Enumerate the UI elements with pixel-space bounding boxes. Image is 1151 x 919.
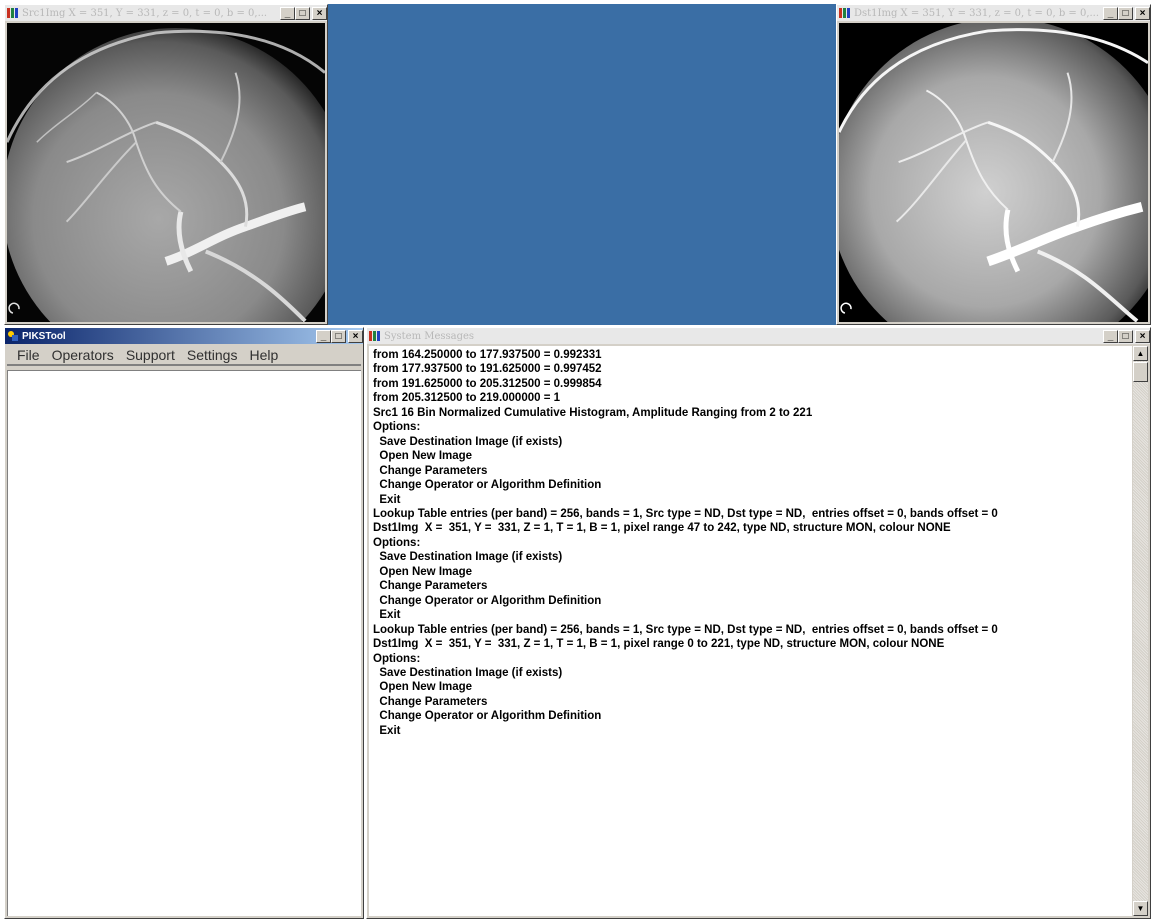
message-line: Exit <box>373 724 401 737</box>
message-line: Open New Image <box>373 450 473 463</box>
message-line: Dst1Img X = 351, Y = 331, Z = 1, T = 1, … <box>373 522 951 535</box>
minimize-button[interactable]: _ <box>1103 329 1118 343</box>
image-window-icon <box>839 8 850 18</box>
message-line: Change Parameters <box>373 464 488 477</box>
pikstool-client-area[interactable] <box>7 370 361 916</box>
src-title-bar[interactable]: Src1Img X = 351, Y = 331, z = 0, t = 0, … <box>5 5 327 21</box>
message-line: Exit <box>373 493 401 506</box>
message-line: from 177.937500 to 191.625000 = 0.997452 <box>373 363 602 376</box>
dst-xray-graphic <box>839 23 1148 322</box>
message-line: from 205.312500 to 219.000000 = 1 <box>373 392 561 405</box>
menu-operators[interactable]: Operators <box>46 347 120 363</box>
message-line: Change Operator or Algorithm Definition <box>373 594 602 607</box>
desktop: Src1Img X = 351, Y = 331, z = 0, t = 0, … <box>0 0 1151 919</box>
dst-image-window: Dst1Img X = 351, Y = 331, z = 0, t = 0, … <box>836 4 1151 325</box>
message-line: Open New Image <box>373 681 473 694</box>
message-line: Options: <box>373 652 421 665</box>
src-angiogram-image[interactable] <box>7 23 325 322</box>
message-line: Save Destination Image (if exists) <box>373 551 563 564</box>
menu-help[interactable]: Help <box>243 347 284 363</box>
message-line: Dst1Img X = 351, Y = 331, Z = 1, T = 1, … <box>373 638 945 651</box>
menu-settings[interactable]: Settings <box>181 347 244 363</box>
message-line: Save Destination Image (if exists) <box>373 435 563 448</box>
close-button[interactable]: × <box>312 6 327 20</box>
close-button[interactable]: × <box>1135 329 1150 343</box>
scrollbar-thumb[interactable] <box>1133 362 1148 382</box>
minimize-button[interactable]: _ <box>280 6 295 20</box>
messages-title-bar[interactable]: System Messages _ □ × <box>367 328 1150 344</box>
message-line: Change Operator or Algorithm Definition <box>373 710 602 723</box>
message-line: Change Operator or Algorithm Definition <box>373 479 602 492</box>
minimize-button[interactable]: _ <box>316 329 331 343</box>
message-line: Options: <box>373 421 421 434</box>
pikstool-menu-bar: File Operators Support Settings Help <box>7 346 361 366</box>
close-button[interactable]: × <box>348 329 363 343</box>
message-line: Change Parameters <box>373 695 488 708</box>
maximize-button[interactable]: □ <box>1118 329 1133 343</box>
src-image-window: Src1Img X = 351, Y = 331, z = 0, t = 0, … <box>4 4 328 325</box>
minimize-button[interactable]: _ <box>1103 6 1118 20</box>
scroll-down-arrow-icon[interactable]: ▼ <box>1133 901 1148 916</box>
message-line: Lookup Table entries (per band) = 256, b… <box>373 507 998 520</box>
messages-window-title: System Messages <box>384 330 475 342</box>
pikstool-window-title: PIKSTool <box>22 330 66 342</box>
message-line: from 191.625000 to 205.312500 = 0.999854 <box>373 377 602 390</box>
desktop-background <box>328 4 836 325</box>
src-window-title: Src1Img X = 351, Y = 331, z = 0, t = 0, … <box>22 7 268 19</box>
message-line: Open New Image <box>373 565 473 578</box>
maximize-button[interactable]: □ <box>295 6 310 20</box>
message-line: Src1 16 Bin Normalized Cumulative Histog… <box>373 406 813 419</box>
message-line: from 164.250000 to 177.937500 = 0.992331 <box>373 349 602 361</box>
menu-support[interactable]: Support <box>120 347 181 363</box>
message-line: Exit <box>373 609 401 622</box>
maximize-button[interactable]: □ <box>331 329 346 343</box>
close-button[interactable]: × <box>1135 6 1150 20</box>
dst-angiogram-image[interactable] <box>839 23 1148 322</box>
messages-window-icon <box>369 331 380 341</box>
pikstool-window: PIKSTool _ □ × File Operators Support Se… <box>4 327 364 919</box>
maximize-button[interactable]: □ <box>1118 6 1133 20</box>
menu-file[interactable]: File <box>11 347 46 363</box>
messages-text-area[interactable]: from 164.250000 to 177.937500 = 0.992331… <box>369 346 1132 916</box>
image-window-icon <box>7 8 18 18</box>
pikstool-app-icon <box>8 331 18 341</box>
system-messages-window: System Messages _ □ × from 164.250000 to… <box>366 327 1151 919</box>
message-line: Save Destination Image (if exists) <box>373 666 563 679</box>
dst-title-bar[interactable]: Dst1Img X = 351, Y = 331, z = 0, t = 0, … <box>837 5 1150 21</box>
message-line: Change Parameters <box>373 580 488 593</box>
dst-window-title: Dst1Img X = 351, Y = 331, z = 0, t = 0, … <box>854 7 1100 19</box>
message-line: Lookup Table entries (per band) = 256, b… <box>373 623 998 636</box>
scroll-up-arrow-icon[interactable]: ▲ <box>1133 346 1148 361</box>
src-xray-graphic <box>7 23 325 322</box>
messages-vertical-scrollbar[interactable]: ▲ ▼ <box>1133 346 1148 916</box>
message-line: Options: <box>373 536 421 549</box>
pikstool-title-bar[interactable]: PIKSTool _ □ × <box>5 328 363 344</box>
